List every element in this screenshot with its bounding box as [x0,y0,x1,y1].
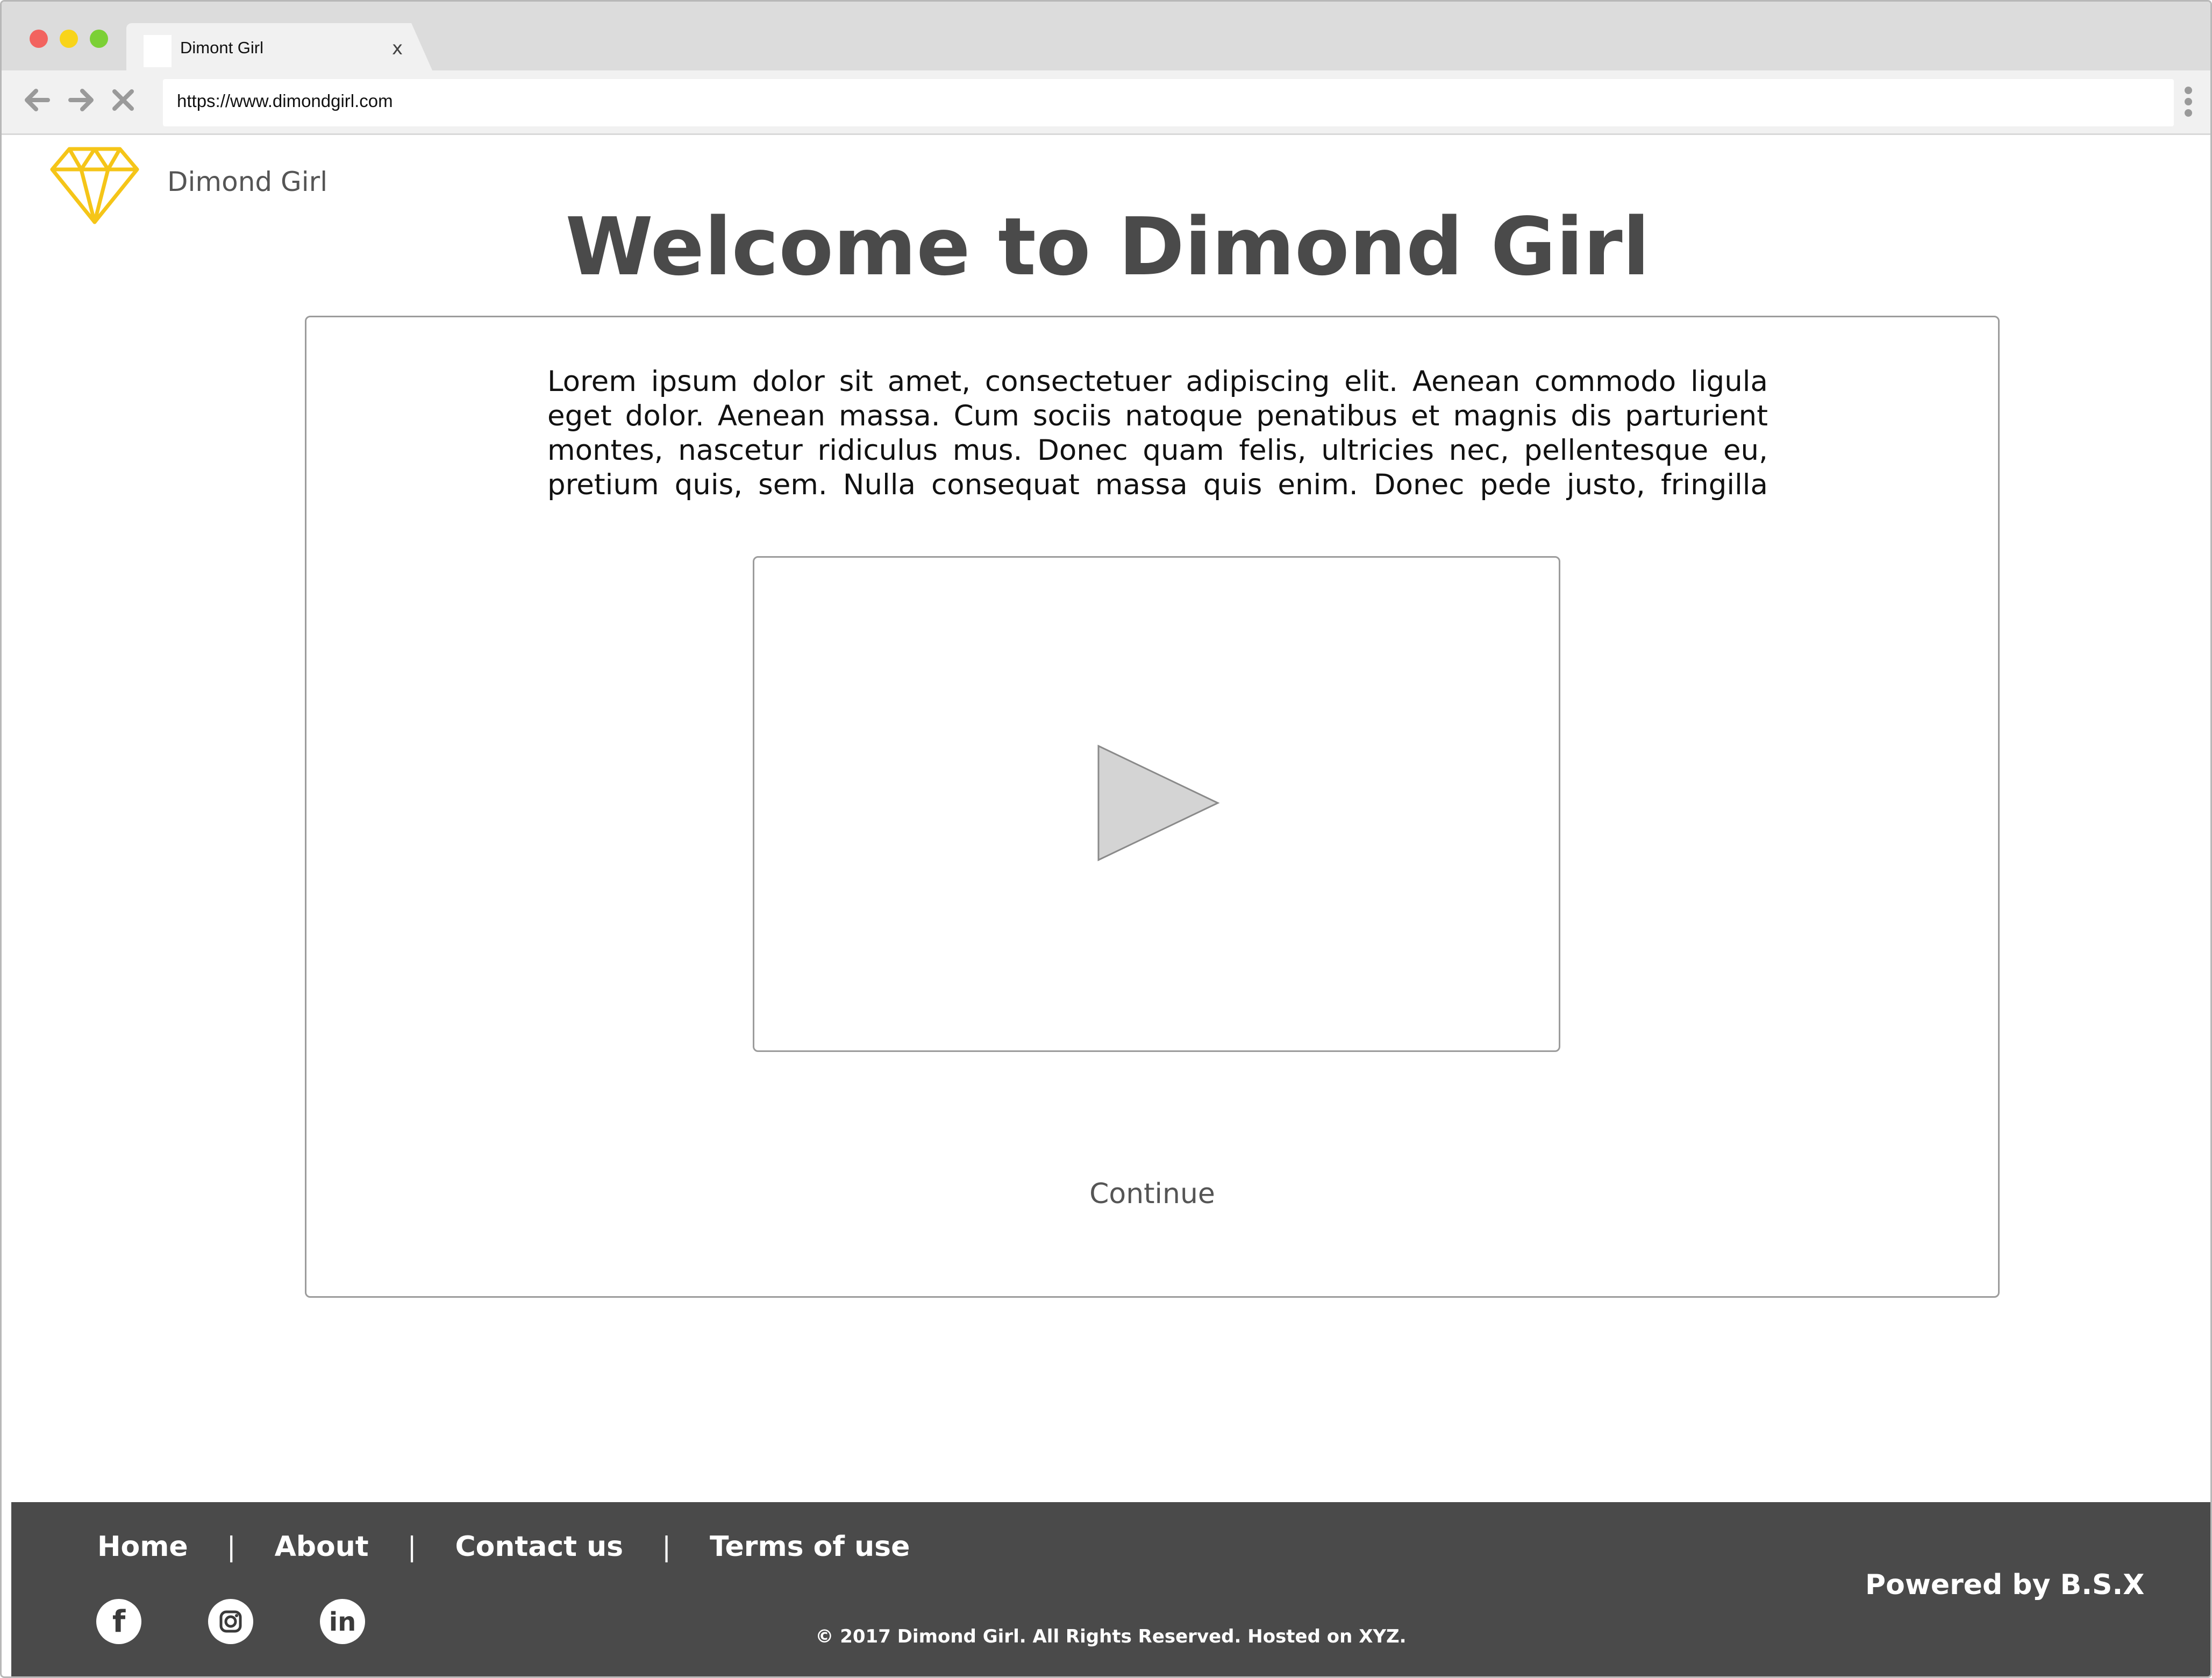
tab-title: Dimont Girl [180,38,264,57]
intro-text: Lorem ipsum dolor sit amet, consectetuer… [547,365,1768,501]
site-name[interactable]: Dimond Girl [167,166,327,197]
browser-window: Dimont Girl x https://www.dimondgirl.com [0,0,2212,1678]
maximize-window-button[interactable] [90,30,108,48]
video-player[interactable] [753,556,1560,1052]
footer: Home | About | Contact us | Terms of use… [11,1502,2210,1676]
continue-button[interactable]: Continue [306,1178,1998,1210]
footer-link-contact[interactable]: Contact us [455,1531,624,1563]
content-card: Lorem ipsum dolor sit amet, consectetuer… [305,316,2000,1298]
tab-bar: Dimont Girl x [2,2,2210,72]
footer-separator: | [407,1531,417,1562]
footer-separator: | [662,1531,671,1562]
stop-icon[interactable] [108,81,138,119]
browser-tab[interactable]: Dimont Girl x [126,23,433,72]
powered-by-text: Powered by B.S.X [1865,1569,2145,1601]
address-bar[interactable]: https://www.dimondgirl.com [163,79,2174,126]
favicon-icon [144,35,172,67]
close-window-button[interactable] [30,30,48,48]
forward-arrow-icon[interactable] [66,81,96,119]
play-icon[interactable] [1096,744,1220,862]
footer-link-about[interactable]: About [275,1531,369,1563]
footer-separator: | [226,1531,236,1562]
footer-nav: Home | About | Contact us | Terms of use [97,1528,910,1566]
back-arrow-icon[interactable] [22,81,52,119]
minimize-window-button[interactable] [60,30,78,48]
navigation-bar: https://www.dimondgirl.com [2,70,2210,135]
kebab-menu-icon[interactable] [2185,87,2193,121]
url-text: https://www.dimondgirl.com [177,91,393,111]
page-title: Welcome to Dimond Girl [565,201,1650,293]
footer-link-terms[interactable]: Terms of use [710,1531,910,1563]
tab-close-button[interactable]: x [392,39,403,58]
footer-link-home[interactable]: Home [97,1531,188,1563]
copyright-text: © 2017 Dimond Girl. All Rights Reserved.… [815,1626,1407,1647]
